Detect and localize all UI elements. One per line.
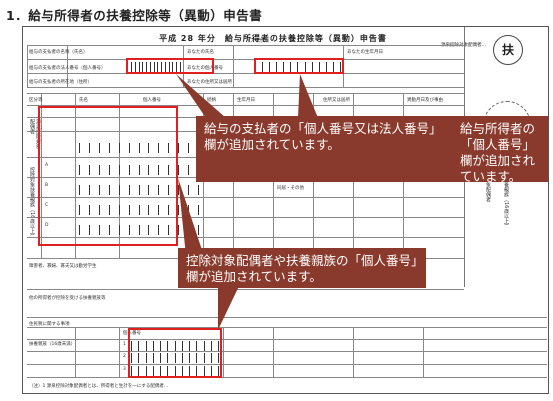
row-label-1: 1: [123, 342, 126, 347]
seal-stamp: 扶: [493, 35, 523, 65]
col-category: 区分等: [29, 98, 43, 103]
label-payer-number: 給与の支払者の法人番号（個人番号）: [29, 66, 106, 71]
callout-family-number: 控除対象配偶者や扶養親族の「個人番号」欄が追加されています。: [178, 248, 426, 288]
row-label-3: 3: [123, 367, 126, 372]
col-birth: 生年月日: [237, 98, 255, 103]
col-relation: 続柄: [207, 98, 216, 103]
label-your-name: あなたの氏名: [187, 50, 214, 55]
label-address: あなたの住所又は居所: [187, 80, 232, 85]
label-payer-name: 給与の支払者の名称（氏名）: [29, 50, 88, 55]
same-household-3: 同居・その他: [277, 186, 304, 191]
highlight-earner-number: [254, 58, 344, 74]
callout-payer-number: 給与の支払者の「個人番号又は法人番号」欄が追加されています。: [196, 116, 452, 182]
highlight-under16-numbers: [128, 328, 222, 378]
page-heading: 1．給与所得者の扶養控除等（異動）申告書: [6, 8, 263, 23]
label-furigana: （フリガナ）: [245, 39, 272, 44]
row-label-2: 2: [123, 354, 126, 359]
label-other-payer: 他の所得者が控除を受ける扶養親族等: [29, 296, 106, 301]
highlight-payer-number: [126, 58, 214, 74]
form-footnote: （注）1 源泉控除対象配偶者とは、所得者と生計を一にする配偶者…: [29, 384, 169, 389]
col-address: 住所又は居所: [323, 98, 350, 103]
stamp-caption: 源泉控除対象配偶者…: [441, 43, 489, 49]
col-number: 個人番号: [143, 98, 161, 103]
label-disability: 障害者、寡婦、寡夫又は勤労学生: [29, 264, 97, 269]
form-title: 平成 28 年分 給与所得者の扶養控除等（異動）申告書: [159, 34, 387, 43]
label-dependents-section: 控除対象扶養親族（16歳以上）: [29, 167, 35, 239]
callout-earner-number: 給与所得者の「個人番号」欄が追加されています。: [452, 116, 548, 184]
highlight-dependent-numbers: [38, 106, 178, 246]
col-change: 異動月日及び事由: [407, 98, 443, 103]
label-under16: 扶養親族（16歳未満）: [29, 342, 76, 347]
label-payer-address: 給与の支払者の所在地（住所）: [29, 80, 92, 85]
col-name: 氏名: [79, 98, 88, 103]
label-birth: あなたの生年月日: [347, 50, 383, 55]
